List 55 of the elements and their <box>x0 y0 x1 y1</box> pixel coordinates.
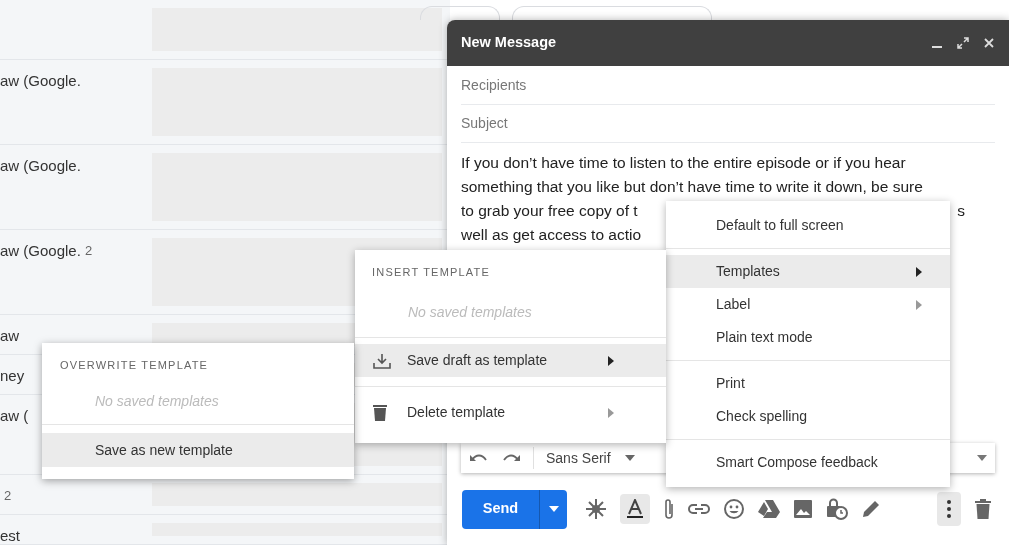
lock-clock-icon[interactable] <box>826 498 848 520</box>
link-icon[interactable] <box>688 503 710 515</box>
caret-icon[interactable] <box>977 455 987 461</box>
sender-name: aw <box>0 326 20 346</box>
menu-item[interactable]: Check spelling <box>666 400 950 433</box>
send-button[interactable]: Send <box>462 489 540 529</box>
body-text-line: something that you like but don’t have time to write it down, be sure <box>461 177 923 197</box>
sender-name: ney <box>0 366 25 386</box>
empty-message: No saved templates <box>94 392 220 411</box>
menu-header: OVERWRITE TEMPLATE <box>59 358 210 373</box>
subject-field[interactable]: Subject <box>461 113 995 134</box>
body-text-line: to grab your free copy of t <box>461 201 638 221</box>
sender-name: aw (Google. <box>0 71 81 91</box>
triangle-logo-icon[interactable] <box>758 499 780 519</box>
expand-icon[interactable] <box>957 37 969 49</box>
text-color-icon <box>626 499 644 519</box>
submenu-arrow-icon <box>608 407 614 418</box>
font-dropdown[interactable]: Sans Serif <box>546 447 635 469</box>
menu-item[interactable]: Smart Compose feedback <box>666 446 950 479</box>
download-icon <box>373 352 391 369</box>
menu-item[interactable]: Default to full screen <box>666 209 950 242</box>
recipients-field[interactable]: Recipients <box>461 74 995 96</box>
sparkle-icon[interactable] <box>585 498 607 520</box>
more-options-button[interactable] <box>937 492 961 526</box>
menu-item[interactable]: Templates <box>666 255 950 288</box>
paperclip-icon[interactable] <box>663 498 675 520</box>
menu-item[interactable]: Plain text mode <box>666 321 950 354</box>
sender-name: aw ( <box>0 406 29 426</box>
emoji-icon[interactable] <box>723 498 745 520</box>
caret-icon <box>624 455 635 461</box>
menu-item[interactable]: Delete template <box>355 396 666 429</box>
menu-item[interactable]: Print <box>666 367 950 400</box>
trash-icon <box>373 404 387 421</box>
menu-header: INSERT TEMPLATE <box>371 265 492 280</box>
image-icon[interactable] <box>793 499 813 519</box>
trash-icon[interactable] <box>975 499 991 519</box>
sender-name: aw (Google. <box>0 241 81 261</box>
window-title: New Message <box>461 33 558 53</box>
sender-name: est <box>0 526 20 544</box>
text-color-button[interactable] <box>620 494 650 524</box>
menu-item[interactable]: Save as new template <box>42 433 354 467</box>
body-text-fragment: s <box>957 201 965 221</box>
more-vertical-icon <box>947 500 951 518</box>
body-text-line: If you don’t have time to listen to the entire episode or if you hear <box>461 153 906 173</box>
pen-icon[interactable] <box>861 499 881 519</box>
menu-item[interactable]: Save draft as template <box>355 344 666 377</box>
submenu-arrow-icon <box>608 355 614 366</box>
body-text-line: well as get access to actio <box>461 225 642 245</box>
empty-message: No saved templates <box>407 303 533 322</box>
close-icon[interactable] <box>983 37 995 49</box>
caret-icon <box>548 506 559 512</box>
sender-name: aw (Google. <box>0 156 81 176</box>
menu-item[interactable]: Label <box>666 288 950 321</box>
thread-count: 2 <box>4 487 12 505</box>
thread-count: 2 <box>84 242 93 260</box>
